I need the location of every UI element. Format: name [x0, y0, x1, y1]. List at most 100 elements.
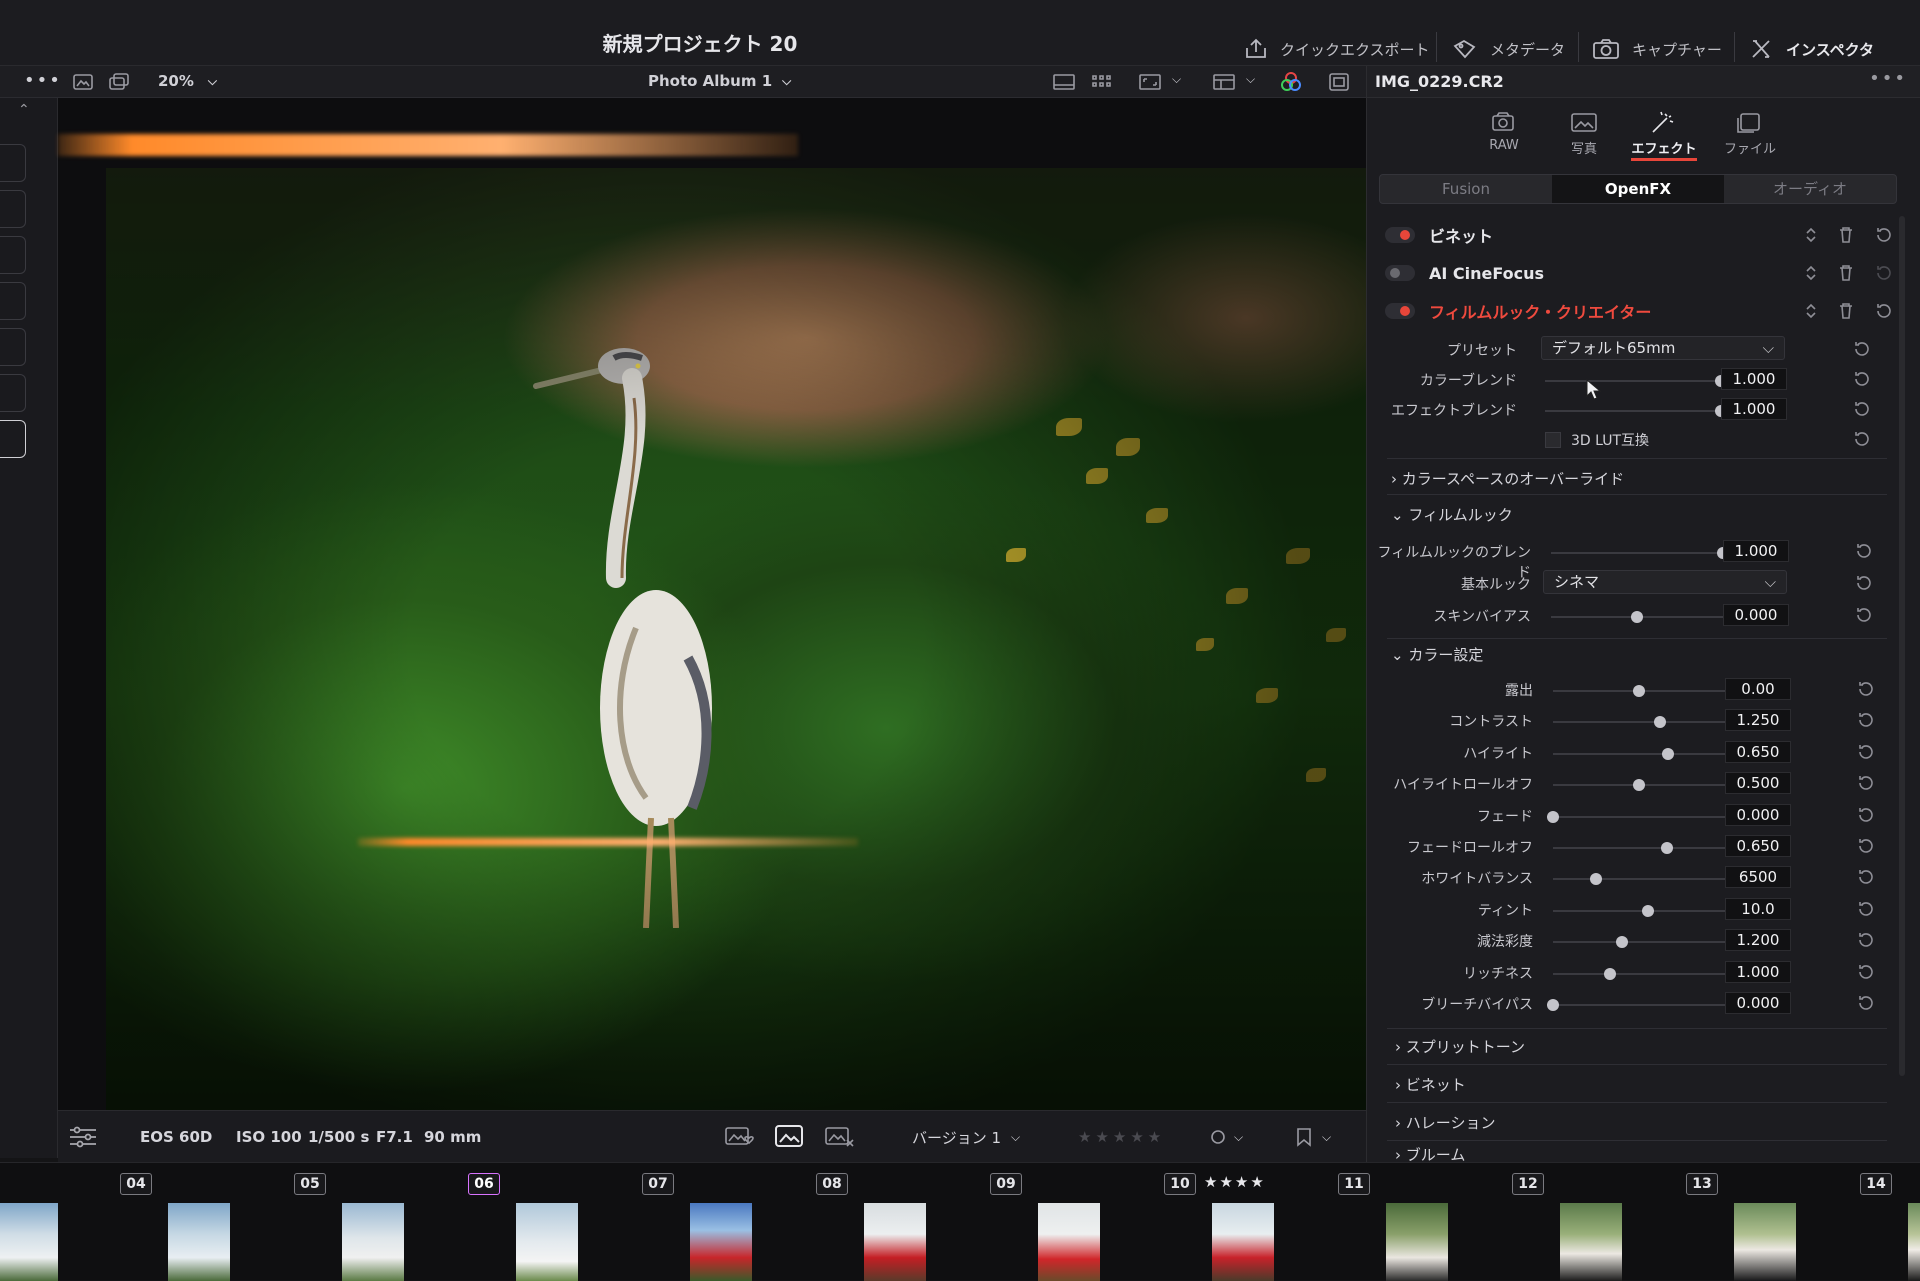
capture-button[interactable]: キャプチャー [1592, 34, 1722, 64]
param-value[interactable]: 1.200 [1725, 929, 1791, 951]
trash-icon[interactable] [1839, 227, 1853, 243]
effect-blend-slider[interactable] [1545, 405, 1727, 417]
segment-openfx[interactable]: OpenFX [1552, 175, 1724, 203]
preset-dropdown[interactable]: デフォルト65mm ⌵ [1541, 336, 1785, 360]
clip-number[interactable]: 11 [1338, 1173, 1370, 1195]
chevron-down-icon[interactable]: ⌵ [1234, 1111, 1243, 1163]
color-blend-slider[interactable] [1545, 375, 1727, 387]
reset-icon[interactable] [1875, 226, 1893, 244]
favorite-image-icon[interactable] [724, 1125, 756, 1149]
reset-icon[interactable] [1857, 743, 1875, 761]
clip-thumbnail[interactable] [690, 1203, 752, 1281]
reset-icon[interactable] [1857, 806, 1875, 824]
image-viewer[interactable] [58, 98, 1366, 1128]
effect-row-vignette[interactable]: ビネット [1367, 218, 1907, 252]
single-frame-icon[interactable] [1052, 73, 1076, 91]
clip-thumbnail[interactable] [168, 1203, 230, 1281]
effect-row-film-look-creator[interactable]: フィルムルック・クリエイター [1367, 294, 1907, 328]
zoom-select[interactable]: 20% ⌵ [158, 72, 217, 90]
section-split-tone[interactable]: › スプリットトーン [1395, 1036, 1525, 1057]
slider-knob[interactable] [1615, 936, 1628, 948]
reset-icon[interactable] [1875, 302, 1893, 320]
param-value[interactable]: 6500 [1725, 866, 1791, 888]
sliders-icon[interactable] [68, 1125, 98, 1149]
clip-number[interactable]: 12 [1512, 1173, 1544, 1195]
circle-flag-icon[interactable] [1210, 1129, 1226, 1145]
tool-slot[interactable] [0, 236, 26, 274]
slider-knob[interactable] [1633, 779, 1645, 791]
slider-knob[interactable] [1547, 811, 1559, 823]
slider-knob[interactable] [1603, 968, 1616, 980]
chevron-down-icon[interactable]: ⌵ [1172, 72, 1181, 87]
safe-area-icon[interactable] [1328, 72, 1350, 92]
effect-blend-value[interactable]: 1.000 [1721, 398, 1787, 420]
clip-thumbnail[interactable] [516, 1203, 578, 1281]
single-view-icon[interactable] [72, 72, 94, 92]
reorder-icon[interactable] [1805, 264, 1817, 282]
section-vignette[interactable]: › ビネット [1395, 1074, 1466, 1095]
lut-checkbox[interactable] [1545, 432, 1561, 448]
segment-fusion[interactable]: Fusion [1380, 175, 1552, 203]
slider-knob[interactable] [1653, 716, 1666, 728]
reset-icon[interactable] [1857, 774, 1875, 792]
section-color-settings[interactable]: ⌄ カラー設定 [1391, 644, 1483, 665]
film-look-blend-value[interactable]: 1.000 [1723, 540, 1789, 562]
param-slider[interactable] [1553, 779, 1725, 791]
reorder-icon[interactable] [1805, 226, 1817, 244]
slider-knob[interactable] [1547, 999, 1559, 1011]
slider-knob[interactable] [1662, 748, 1675, 760]
reset-icon[interactable] [1857, 711, 1875, 729]
reject-image-icon[interactable] [824, 1125, 856, 1149]
effect-toggle[interactable] [1385, 303, 1415, 319]
segment-audio[interactable]: オーディオ [1724, 175, 1896, 203]
reset-icon[interactable] [1857, 868, 1875, 886]
param-slider[interactable] [1553, 968, 1725, 980]
reset-icon[interactable] [1857, 963, 1875, 981]
param-value[interactable]: 0.500 [1725, 772, 1791, 794]
reset-icon[interactable] [1853, 400, 1871, 418]
reset-icon[interactable] [1855, 574, 1873, 592]
clip-thumbnail[interactable] [1560, 1203, 1622, 1281]
image-icon[interactable] [774, 1123, 804, 1149]
param-slider[interactable] [1553, 936, 1725, 948]
slider-knob[interactable] [1641, 905, 1654, 917]
reset-icon[interactable] [1857, 680, 1875, 698]
param-value[interactable]: 0.650 [1725, 741, 1791, 763]
compare-view-icon[interactable] [108, 72, 130, 92]
tool-slot-active[interactable] [0, 420, 26, 458]
clip-thumbnail[interactable] [1038, 1203, 1100, 1281]
clip-thumbnail[interactable] [342, 1203, 404, 1281]
slider-knob[interactable] [1590, 873, 1602, 885]
param-value[interactable]: 10.0 [1725, 898, 1791, 920]
clip-number[interactable]: 07 [642, 1173, 674, 1195]
clip-thumbnail[interactable] [1386, 1203, 1448, 1281]
chevron-down-icon[interactable]: ⌵ [1246, 72, 1255, 87]
param-slider[interactable] [1547, 811, 1725, 823]
section-halation[interactable]: › ハレーション [1395, 1112, 1495, 1133]
tool-slot[interactable] [0, 328, 26, 366]
clip-number[interactable]: 09 [990, 1173, 1022, 1195]
clip-number[interactable]: 08 [816, 1173, 848, 1195]
reset-icon[interactable] [1857, 900, 1875, 918]
reorder-icon[interactable] [1805, 302, 1817, 320]
color-wheel-icon[interactable] [1280, 71, 1302, 93]
param-value[interactable]: 0.00 [1725, 678, 1791, 700]
reset-icon[interactable] [1853, 340, 1871, 358]
param-value[interactable]: 1.250 [1725, 709, 1791, 731]
more-options-icon[interactable]: ••• [1869, 68, 1907, 89]
section-colorspace-override[interactable]: › カラースペースのオーバーライド [1391, 468, 1624, 489]
effect-toggle[interactable] [1385, 227, 1415, 243]
more-options-icon[interactable]: ••• [24, 70, 62, 91]
chevron-down-icon[interactable]: ⌵ [1322, 1111, 1331, 1163]
tab-file[interactable]: ファイル [1715, 110, 1785, 157]
reset-icon[interactable] [1853, 370, 1871, 388]
bookmark-icon[interactable] [1296, 1127, 1312, 1147]
rating-stars[interactable]: ★★★★★ [1078, 1111, 1165, 1163]
clip-thumbnail[interactable] [1734, 1203, 1796, 1281]
tab-photo[interactable]: 写真 [1549, 110, 1619, 157]
clip-number[interactable]: 05 [294, 1173, 326, 1195]
grid-view-icon[interactable] [1090, 73, 1114, 91]
reset-icon[interactable] [1857, 837, 1875, 855]
trash-icon[interactable] [1839, 303, 1853, 319]
skin-bias-value[interactable]: 0.000 [1723, 604, 1789, 626]
